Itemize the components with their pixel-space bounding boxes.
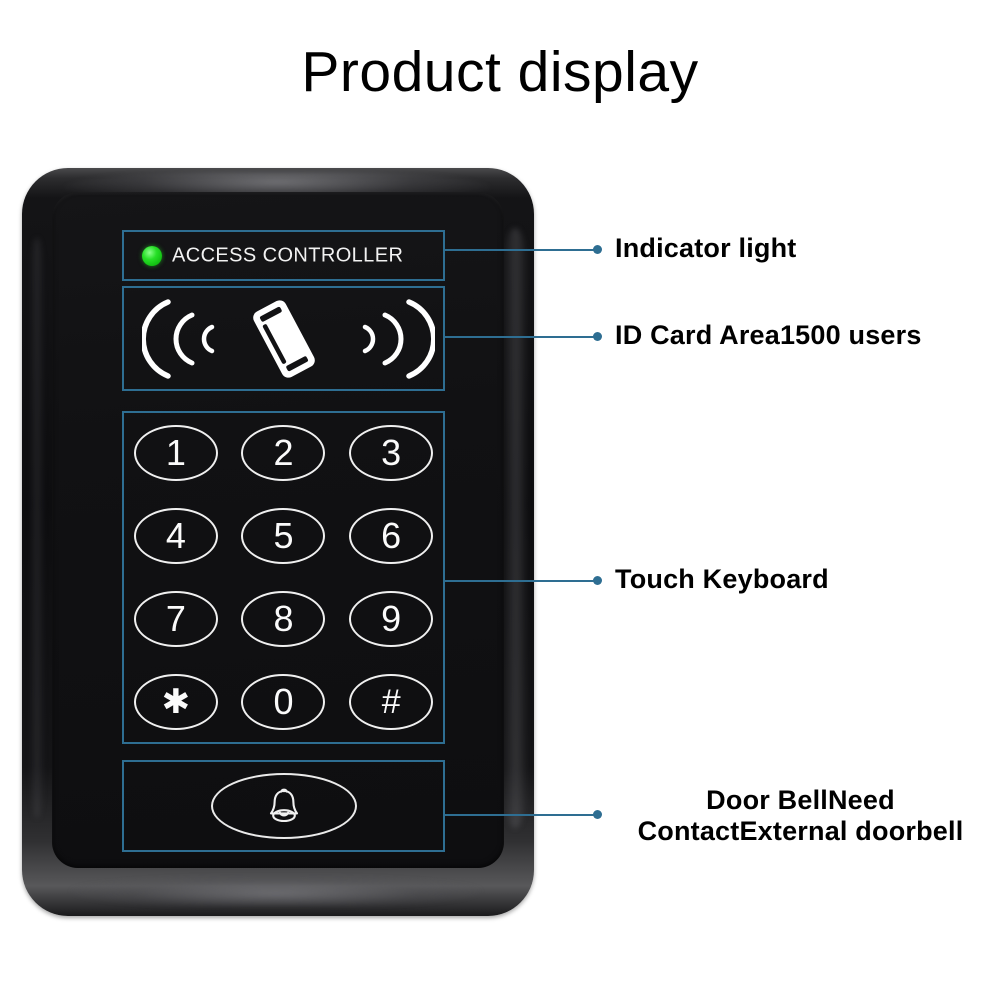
callout-door-bell: Door BellNeed ContactExternal doorbell	[603, 785, 998, 847]
leader-line-id-card-area	[445, 336, 597, 338]
callout-touch-keyboard: Touch Keyboard	[615, 564, 829, 594]
doorbell-button[interactable]	[210, 773, 357, 839]
leader-dot-id-card-area	[593, 332, 602, 341]
key-hash[interactable]: #	[349, 674, 434, 731]
keypad-grid: 1 2 3 4 5 6 7 8 9 ✱ 0 #	[122, 411, 445, 744]
leader-dot-door-bell	[593, 810, 602, 819]
id-card-panel	[122, 286, 445, 391]
key-0[interactable]: 0	[241, 674, 326, 731]
key-3[interactable]: 3	[349, 424, 434, 481]
bell-icon	[269, 788, 298, 823]
callout-id-card-area: ID Card Area1500 users	[615, 320, 922, 350]
bezel-highlight-left	[30, 238, 44, 818]
key-8[interactable]: 8	[241, 591, 326, 648]
key-star[interactable]: ✱	[133, 674, 218, 731]
signal-waves-left-icon	[142, 298, 215, 379]
access-controller-label: ACCESS CONTROLLER	[172, 244, 404, 266]
indicator-led-icon	[142, 245, 162, 266]
callout-indicator-light: Indicator light	[615, 233, 797, 263]
leader-line-door-bell	[445, 814, 597, 816]
key-4[interactable]: 4	[133, 507, 218, 564]
key-1[interactable]: 1	[133, 424, 218, 481]
key-5[interactable]: 5	[241, 507, 326, 564]
leader-dot-touch-keyboard	[593, 576, 602, 585]
key-7[interactable]: 7	[133, 591, 218, 648]
key-9[interactable]: 9	[349, 591, 434, 648]
doorbell-panel	[122, 760, 445, 852]
key-6[interactable]: 6	[349, 507, 434, 564]
leader-line-indicator-light	[445, 249, 597, 251]
signal-waves-right-icon	[362, 298, 435, 379]
bezel-highlight-right	[502, 228, 528, 828]
callout-door-bell-line2: ContactExternal doorbell	[637, 815, 964, 846]
indicator-panel: ACCESS CONTROLLER	[122, 230, 445, 281]
access-controller-device: ACCESS CONTROLLER 1 2 3 4 5 6 7 8 9 ✱ 0 …	[22, 168, 534, 916]
key-2[interactable]: 2	[241, 424, 326, 481]
leader-dot-indicator-light	[593, 245, 602, 254]
bezel-highlight-bottom	[70, 876, 482, 906]
rfid-card-icon	[252, 299, 315, 378]
leader-line-touch-keyboard	[445, 580, 597, 582]
page-title: Product display	[301, 40, 699, 104]
callout-door-bell-line1: Door BellNeed	[706, 785, 895, 815]
